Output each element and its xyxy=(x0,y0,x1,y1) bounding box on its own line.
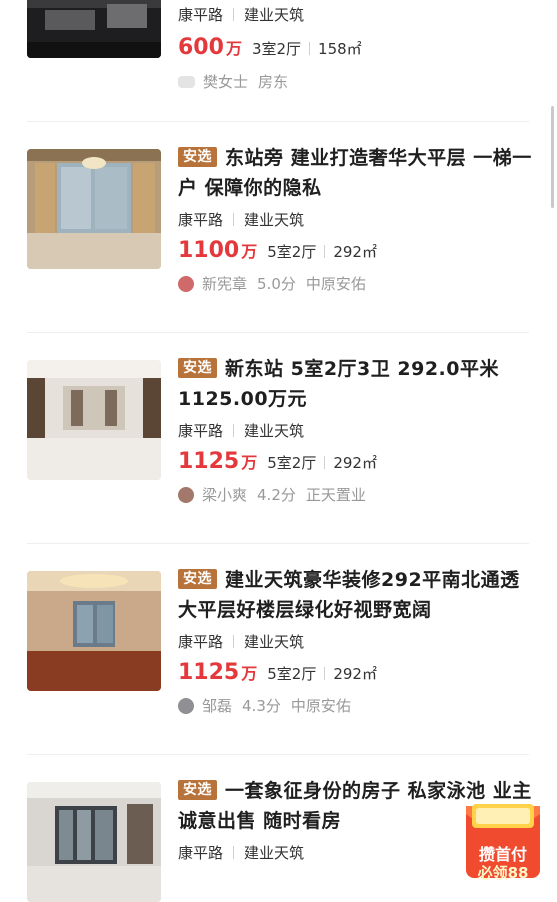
listing-photo xyxy=(27,149,161,269)
price-value: 1125 xyxy=(178,449,240,474)
divider xyxy=(27,754,529,755)
agent-name: 邹磊 xyxy=(202,697,233,715)
room-layout: 5室2厅 xyxy=(267,454,317,472)
listing-title[interactable]: 安选 建业天筑豪华装修292平南北通透大平层好楼层绿化好视野宽阔 xyxy=(178,565,535,625)
floor-area: 292㎡ xyxy=(333,454,377,472)
agent-avatar xyxy=(178,276,194,292)
divider xyxy=(27,543,529,544)
divider xyxy=(27,121,529,122)
promo-label-1: 攒首付 xyxy=(478,845,527,864)
price-value: 600 xyxy=(178,35,224,60)
anxuan-badge: 安选 xyxy=(178,147,217,167)
chat-bubble-icon xyxy=(178,76,195,88)
listing-card[interactable]: 安选 建业天筑豪华装修292平南北通透大平层好楼层绿化好视野宽阔 康平路 建业天筑 … xyxy=(0,562,557,752)
room-layout: 5室2厅 xyxy=(267,243,317,261)
anxuan-badge: 安选 xyxy=(178,569,217,589)
listing-location: 康平路 建业天筑 xyxy=(178,6,305,24)
listing-location: 康平路 建业天筑 xyxy=(178,633,305,651)
price-unit: 万 xyxy=(241,242,258,261)
agent-avatar xyxy=(178,487,194,503)
agent-info[interactable]: 樊女士 房东 xyxy=(178,71,535,93)
room-layout: 5室2厅 xyxy=(267,665,317,683)
floor-area: 158㎡ xyxy=(318,40,362,58)
anxuan-badge: 安选 xyxy=(178,358,217,378)
agent-company: 房东 xyxy=(258,73,289,91)
floor-area: 292㎡ xyxy=(333,243,377,261)
listing-card[interactable]: 康平路 建业天筑 600 万 3室2厅 158㎡ 樊女士 房东 xyxy=(0,0,557,118)
agent-info[interactable]: 新宪章 5.0分 中原安佑 xyxy=(178,273,535,295)
room-layout: 3室2厅 xyxy=(251,40,302,58)
price-line: 1100 万 5室2厅 292㎡ xyxy=(178,236,535,267)
anxuan-badge: 安选 xyxy=(178,780,217,800)
agent-rating: 4.3分 xyxy=(242,697,281,715)
agent-name: 梁小爽 xyxy=(202,486,248,504)
price-value: 1125 xyxy=(178,660,240,685)
listing-location: 康平路 建业天筑 xyxy=(178,422,305,440)
agent-rating: 4.2分 xyxy=(257,486,296,504)
agent-info[interactable]: 梁小爽 4.2分 正天置业 xyxy=(178,484,535,506)
listing-photo xyxy=(27,782,161,902)
listing-card[interactable]: 安选 新东站 5室2厅3卫 292.0平米 1125.00万元 康平路 建业天筑 1… xyxy=(0,351,557,541)
divider xyxy=(27,332,529,333)
agent-rating: 5.0分 xyxy=(257,275,296,293)
listing-photo xyxy=(27,0,161,58)
agent-name: 樊女士 xyxy=(203,73,249,91)
agent-avatar xyxy=(178,698,194,714)
price-line: 1125 万 5室2厅 292㎡ xyxy=(178,447,535,478)
agent-name: 新宪章 xyxy=(202,275,248,293)
agent-company: 中原安佑 xyxy=(290,697,351,715)
listing-photo xyxy=(27,360,161,480)
listing-photo xyxy=(27,571,161,691)
listing-location: 康平路 建业天筑 xyxy=(178,211,305,229)
price-value: 1100 xyxy=(178,238,240,263)
price-line: 600 万 3室2厅 158㎡ xyxy=(178,33,535,64)
floor-area: 292㎡ xyxy=(333,665,377,683)
agent-company: 正天置业 xyxy=(305,486,366,504)
price-line: 1125 万 5室2厅 292㎡ xyxy=(178,658,535,689)
down-payment-promo-button[interactable]: 攒首付 必领88 xyxy=(462,802,544,882)
agent-info[interactable]: 邹磊 4.3分 中原安佑 xyxy=(178,695,535,717)
price-unit: 万 xyxy=(225,39,242,58)
price-unit: 万 xyxy=(241,664,258,683)
scrollbar[interactable] xyxy=(551,106,554,208)
listing-card[interactable]: 安选 东站旁 建业打造奢华大平层 一梯一户 保障你的隐私 康平路 建业天筑 1100… xyxy=(0,140,557,330)
listing-title[interactable]: 安选 新东站 5室2厅3卫 292.0平米 1125.00万元 xyxy=(178,354,535,414)
promo-label-2: 必领88 xyxy=(477,864,529,882)
price-unit: 万 xyxy=(241,453,258,472)
listing-title[interactable]: 安选 东站旁 建业打造奢华大平层 一梯一户 保障你的隐私 xyxy=(178,143,535,203)
agent-company: 中原安佑 xyxy=(305,275,366,293)
